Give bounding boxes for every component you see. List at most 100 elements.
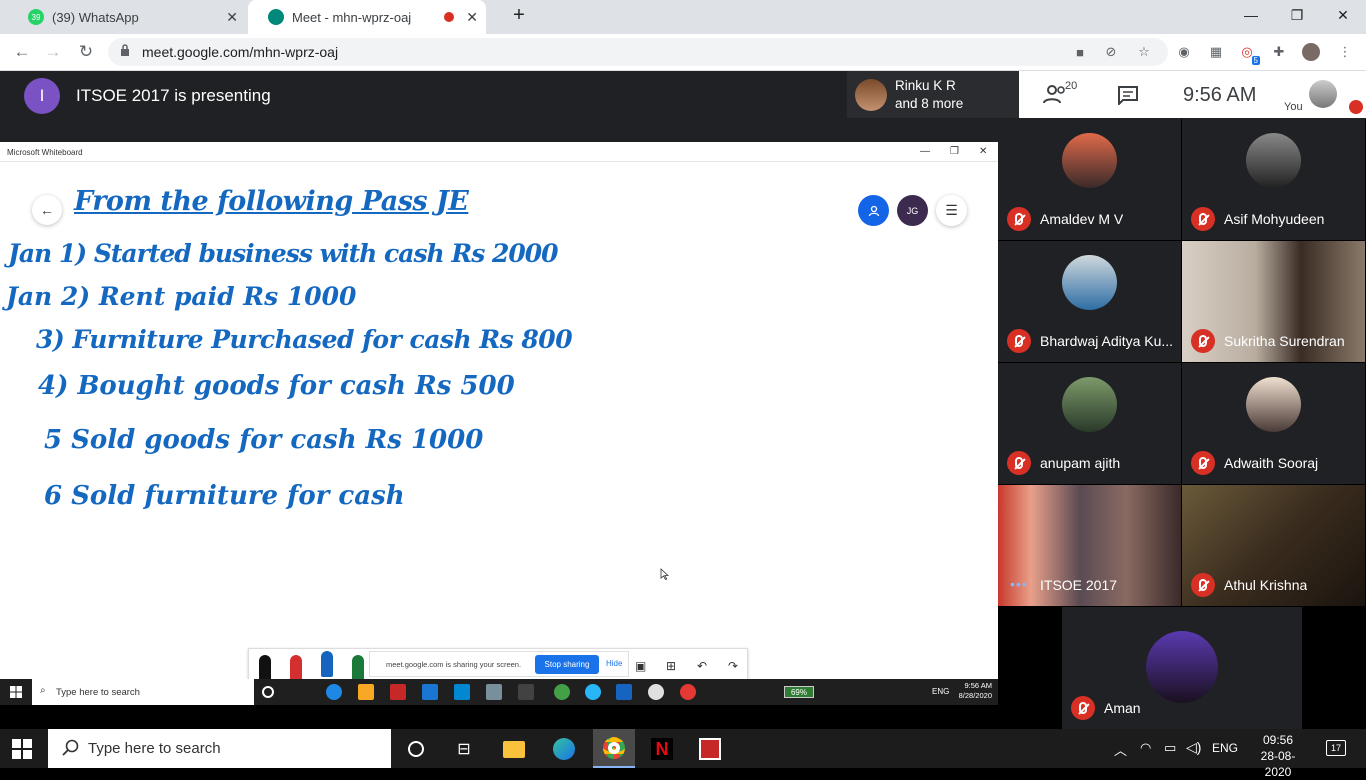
participant-name: Athul Krishna: [1224, 577, 1308, 593]
chat-button[interactable]: [1117, 85, 1139, 110]
app-l-icon: [454, 684, 470, 700]
mic-off-icon: [1007, 329, 1031, 353]
action-center-icon[interactable]: 17: [1326, 740, 1346, 756]
new-tab-button[interactable]: +: [496, 0, 542, 30]
minimize-button[interactable]: —: [1228, 0, 1274, 30]
people-button[interactable]: 20: [1043, 80, 1077, 105]
close-tab-icon[interactable]: ✕: [226, 9, 238, 26]
participant-tile[interactable]: Adwaith Sooraj: [1182, 363, 1365, 484]
ink-line-2: Jan 1) Started business with cash Rs 200…: [8, 239, 559, 268]
red-pen-tool[interactable]: [290, 655, 302, 681]
tab-meet[interactable]: Meet - mhn-wprz-oaj ✕: [248, 0, 486, 34]
edge-icon: [553, 738, 575, 760]
participants-grid: Amaldev M V Asif Mohyudeen Bhardwaj Adit…: [998, 119, 1366, 729]
edge-button[interactable]: [549, 735, 579, 763]
taskbar-search-text: Type here to search: [88, 740, 221, 757]
wb-minimize-icon[interactable]: —: [920, 146, 930, 157]
meeting-clock: 9:56 AM: [1183, 84, 1257, 106]
file-explorer-icon: [358, 684, 374, 700]
address-bar[interactable]: meet.google.com/mhn-wprz-oaj: [108, 38, 1168, 66]
whiteboard-back-button[interactable]: ←: [32, 195, 62, 225]
chrome-button[interactable]: [593, 729, 635, 768]
back-icon[interactable]: ←: [10, 40, 34, 64]
eye-off-icon[interactable]: ⊘: [1102, 43, 1120, 61]
participant-tile-video[interactable]: Sukritha Surendran: [1182, 241, 1365, 362]
close-tab-icon[interactable]: ✕: [466, 9, 478, 26]
participant-tile[interactable]: anupam ajith: [998, 363, 1181, 484]
tab-whatsapp[interactable]: 39 (39) WhatsApp ✕: [8, 0, 246, 34]
participant-name: Sukritha Surendran: [1224, 333, 1345, 349]
netflix-button[interactable]: N: [647, 735, 677, 763]
volume-icon[interactable]: ◁): [1186, 739, 1201, 756]
photos-icon: [648, 684, 664, 700]
black-pen-tool[interactable]: [259, 655, 271, 681]
cortana-button[interactable]: [401, 735, 431, 763]
ink-line-6: 5 Sold goods for cash Rs 1000: [44, 425, 484, 455]
speaker-avatar: [855, 79, 887, 111]
participant-name: anupam ajith: [1040, 455, 1121, 471]
extension-grid-icon[interactable]: ▦: [1207, 43, 1225, 61]
hide-share-bar-link[interactable]: Hide: [606, 659, 622, 668]
speaker-preview[interactable]: Rinku K R and 8 more: [847, 71, 1019, 118]
redo-icon[interactable]: ↷: [728, 659, 738, 673]
participant-tile-video[interactable]: Athul Krishna: [1182, 485, 1365, 606]
netflix-icon: N: [651, 738, 673, 760]
folder-icon: [503, 740, 525, 758]
camera-icon[interactable]: ■: [1071, 43, 1089, 61]
close-window-button[interactable]: ✕: [1320, 0, 1366, 30]
extensions-puzzle-icon[interactable]: ✚: [1270, 43, 1288, 61]
participant-tile-video[interactable]: ••• ITSOE 2017: [998, 485, 1181, 606]
camera-app-icon: [486, 684, 502, 700]
extension-compass-icon[interactable]: ◉: [1175, 43, 1193, 61]
profile-avatar[interactable]: [1302, 43, 1320, 61]
app-button[interactable]: [695, 735, 725, 763]
add-item-icon[interactable]: ⊞: [666, 659, 676, 673]
forward-icon[interactable]: →: [41, 40, 65, 64]
taskbar-clock[interactable]: 09:56 28-08-2020: [1252, 732, 1304, 780]
store-icon: [518, 684, 534, 700]
whatsapp-app-icon: [554, 684, 570, 700]
taskbar-search-box[interactable]: Type here to search: [48, 729, 391, 768]
mic-off-icon: [1071, 696, 1095, 720]
participant-tile[interactable]: Bhardwaj Aditya Ku...: [998, 241, 1181, 362]
participant-avatar: [1062, 377, 1117, 432]
blue-pen-tool[interactable]: [321, 651, 333, 677]
wb-close-icon[interactable]: ✕: [979, 146, 987, 157]
restore-button[interactable]: ❐: [1274, 0, 1320, 30]
chrome-menu-icon[interactable]: ⋮: [1336, 43, 1354, 61]
whiteboard-title: Microsoft Whiteboard: [7, 148, 83, 157]
browser-toolbar: ← → ↻ meet.google.com/mhn-wprz-oaj ■ ⊘ ☆…: [0, 34, 1366, 71]
participant-name: Bhardwaj Aditya Ku...: [1040, 333, 1174, 349]
windows-start-icon: [10, 686, 22, 698]
battery-icon[interactable]: ▭: [1164, 740, 1176, 756]
undo-icon[interactable]: ↶: [697, 659, 707, 673]
share-status-text: meet.google.com is sharing your screen.: [386, 659, 522, 669]
self-avatar[interactable]: [1309, 80, 1337, 108]
mcafee-icon: [390, 684, 406, 700]
bookmark-star-icon[interactable]: ☆: [1135, 43, 1153, 61]
language-indicator[interactable]: ENG: [1212, 741, 1238, 755]
windows-taskbar: Type here to search ⊟ N ︿ ◠ ▭ ◁) ENG 09:…: [0, 729, 1366, 779]
insert-image-icon[interactable]: ▣: [635, 659, 646, 673]
start-button-icon[interactable]: [12, 739, 32, 759]
wb-invite-user-icon[interactable]: [858, 195, 889, 226]
wb-user-avatar[interactable]: JG: [897, 195, 928, 226]
stop-sharing-button[interactable]: Stop sharing: [535, 655, 599, 674]
file-explorer-button[interactable]: [499, 735, 529, 763]
wifi-icon[interactable]: ◠: [1140, 740, 1151, 756]
reload-icon[interactable]: ↻: [74, 40, 98, 64]
participant-tile[interactable]: Aman: [1062, 607, 1302, 729]
wb-restore-icon[interactable]: ❐: [950, 146, 959, 157]
participant-tile[interactable]: Amaldev M V: [998, 119, 1181, 240]
presenter-avatar: I: [24, 78, 60, 114]
speaking-indicator-icon: •••: [1010, 576, 1028, 592]
green-pen-tool[interactable]: [352, 655, 364, 681]
whiteboard-titlebar: Microsoft Whiteboard — ❐ ✕: [0, 142, 998, 162]
task-view-icon[interactable]: ⊟: [449, 735, 479, 763]
show-hidden-icons[interactable]: ︿: [1114, 740, 1127, 759]
extension-badge-icon[interactable]: ◎ 5: [1238, 43, 1260, 65]
inner-search-box: ⌕ Type here to search: [32, 679, 254, 705]
participant-tile[interactable]: Asif Mohyudeen: [1182, 119, 1365, 240]
participant-name: Asif Mohyudeen: [1224, 211, 1325, 227]
wb-menu-icon[interactable]: ☰: [936, 195, 967, 226]
